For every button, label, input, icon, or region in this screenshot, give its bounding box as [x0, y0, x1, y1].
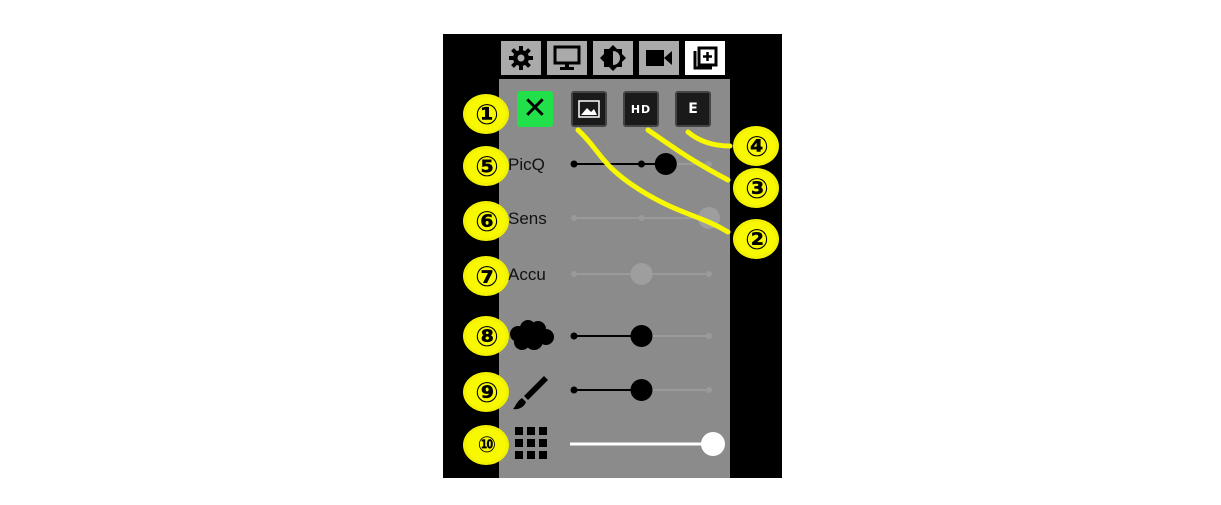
- slider-knob: [630, 379, 653, 401]
- paintbrush-icon: [513, 376, 548, 410]
- slider-tick-1: [638, 215, 645, 221]
- tab-settings[interactable]: [499, 39, 543, 77]
- badge-9: ⑨: [463, 372, 509, 412]
- mode-e-button[interactable]: E: [675, 91, 711, 127]
- slider-tick-2: [706, 333, 712, 339]
- monitor-icon: [553, 45, 581, 70]
- badge-3: ③: [733, 168, 779, 208]
- picq-slider[interactable]: [566, 149, 726, 179]
- e-label: E: [688, 101, 698, 117]
- mode-image-button[interactable]: [571, 91, 607, 127]
- gear-icon: [509, 46, 533, 70]
- slider-knob: [630, 263, 653, 285]
- slider-tick-2: [706, 161, 712, 167]
- badge-7: ⑦: [463, 256, 509, 296]
- slider-knob: [654, 153, 677, 175]
- tab-display[interactable]: [545, 39, 589, 77]
- video-camera-icon: [646, 50, 672, 66]
- close-icon: ✕: [522, 91, 548, 126]
- tab-video[interactable]: [637, 39, 681, 77]
- badge-4: ④: [733, 126, 779, 166]
- tab-photo-enhance[interactable]: [683, 39, 727, 77]
- badge-5: ⑤: [463, 146, 509, 186]
- accu-slider[interactable]: [566, 259, 726, 289]
- brush-slider[interactable]: [566, 375, 726, 405]
- grid-icon: [515, 427, 547, 459]
- photo-enhance-icon: [693, 46, 718, 70]
- slider-tick-0: [571, 215, 577, 221]
- sens-slider[interactable]: [566, 203, 726, 233]
- smooth-slider[interactable]: [566, 321, 726, 351]
- badge-1: ①: [463, 94, 509, 134]
- accu-label: Accu: [508, 265, 546, 284]
- mode-hd-button[interactable]: HD: [623, 91, 659, 127]
- slider-tick-active-1: [638, 160, 645, 168]
- mode-off-button[interactable]: ✕: [517, 91, 553, 127]
- badge-10: ⑩: [463, 425, 509, 465]
- badge-2: ②: [733, 219, 779, 259]
- slider-tick-2: [706, 387, 712, 393]
- slider-tick-active-0: [570, 386, 578, 394]
- slider-tick-active-0: [570, 160, 578, 168]
- grid-slider[interactable]: [566, 429, 731, 459]
- tab-brightness[interactable]: [591, 39, 635, 77]
- slider-tick-2: [706, 271, 712, 277]
- brightness-icon: [600, 45, 626, 71]
- sens-label: Sens: [508, 209, 547, 228]
- slider-knob: [630, 325, 653, 347]
- slider-tick-active-0: [570, 332, 578, 340]
- picq-label: PicQ: [508, 155, 545, 174]
- badge-8: ⑧: [463, 316, 509, 356]
- slider-tick-0: [571, 271, 577, 277]
- image-icon: [578, 100, 600, 118]
- hd-label: HD: [630, 102, 652, 116]
- slider-knob: [698, 207, 720, 229]
- slider-knob: [701, 432, 725, 456]
- cloud-blob-icon: [510, 320, 554, 350]
- badge-6: ⑥: [463, 201, 509, 241]
